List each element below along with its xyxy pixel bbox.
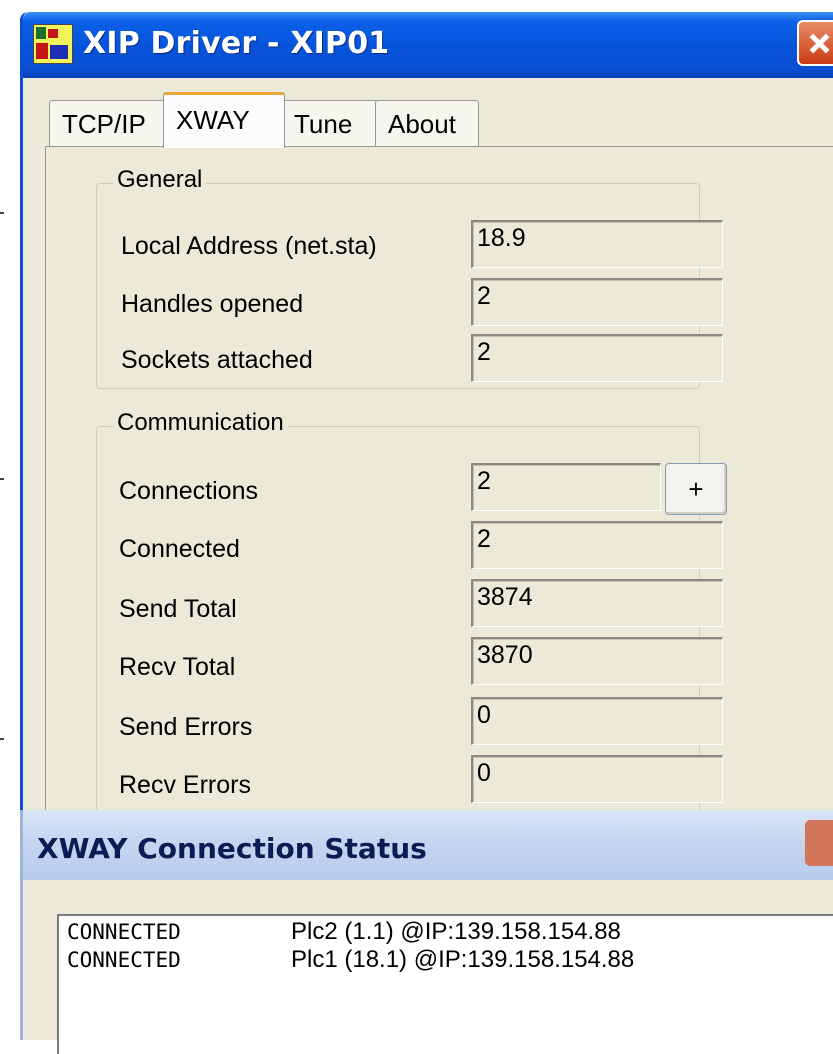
close-icon[interactable] xyxy=(805,820,833,866)
connected-field[interactable]: 2 xyxy=(471,521,723,569)
connection-info: Plc2 (1.1) @IP:139.158.154.88 xyxy=(291,918,621,945)
sockets-attached-label: Sockets attached xyxy=(121,346,313,374)
communication-group-legend: Communication xyxy=(113,409,288,437)
general-group-legend: General xyxy=(113,166,207,194)
tab-tcp-ip[interactable]: TCP/IP xyxy=(49,100,165,146)
recv-errors-field[interactable]: 0 xyxy=(471,755,723,803)
local-address-label: Local Address (net.sta) xyxy=(121,232,377,260)
window-title: XIP Driver - XIP01 xyxy=(83,26,390,61)
title-bar[interactable]: XIP Driver - XIP01 xyxy=(23,12,833,78)
local-address-field[interactable]: 18.9 xyxy=(471,220,723,268)
connections-label: Connections xyxy=(119,477,258,505)
connection-state: CONNECTED xyxy=(67,948,181,972)
handles-opened-label: Handles opened xyxy=(121,290,304,318)
background-edge-mark xyxy=(0,212,4,214)
recv-errors-label: Recv Errors xyxy=(119,771,251,799)
tab-tune[interactable]: Tune xyxy=(281,100,379,146)
tab-about[interactable]: About xyxy=(375,100,479,146)
xway-connection-status-window: XWAY Connection Status CONNECTED Plc2 (1… xyxy=(20,810,833,1054)
background-edge-mark xyxy=(0,478,4,480)
recv-total-label: Recv Total xyxy=(119,653,236,681)
close-icon[interactable] xyxy=(797,20,833,66)
connections-field[interactable]: 2 xyxy=(471,463,661,511)
recv-total-field[interactable]: 3870 xyxy=(471,637,723,685)
sockets-attached-field[interactable]: 2 xyxy=(471,334,723,382)
background-edge-mark xyxy=(0,738,4,740)
connection-state: CONNECTED xyxy=(67,920,181,944)
send-total-label: Send Total xyxy=(119,595,237,623)
expand-connections-button[interactable]: + xyxy=(665,463,727,515)
tab-xway[interactable]: XWAY xyxy=(163,92,285,148)
handles-opened-field[interactable]: 2 xyxy=(471,278,723,326)
send-errors-field[interactable]: 0 xyxy=(471,697,723,745)
connection-info: Plc1 (18.1) @IP:139.158.154.88 xyxy=(291,946,635,973)
send-total-field[interactable]: 3874 xyxy=(471,579,723,627)
connection-status-list[interactable]: CONNECTED Plc2 (1.1) @IP:139.158.154.88 … xyxy=(57,914,833,1054)
status-title-bar[interactable]: XWAY Connection Status xyxy=(23,810,833,880)
general-group: General Local Address (net.sta) 18.9 Han… xyxy=(96,166,723,389)
send-errors-label: Send Errors xyxy=(119,713,253,741)
connected-label: Connected xyxy=(119,535,240,563)
app-icon[interactable] xyxy=(33,24,73,64)
status-window-title: XWAY Connection Status xyxy=(37,832,427,865)
